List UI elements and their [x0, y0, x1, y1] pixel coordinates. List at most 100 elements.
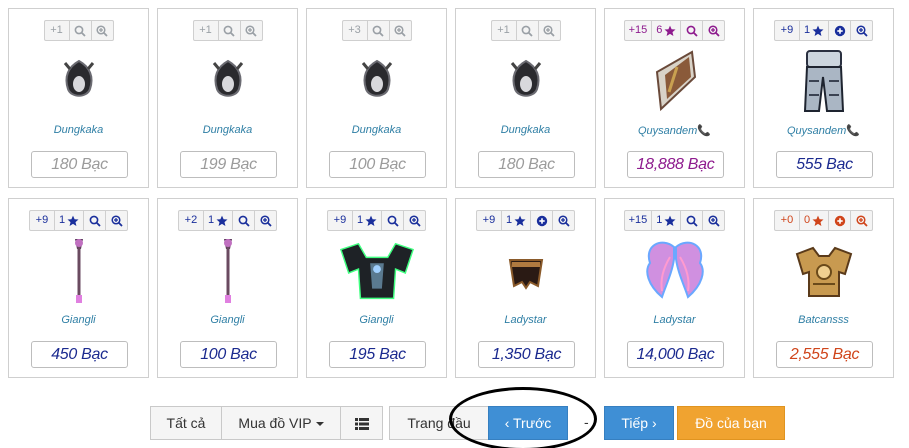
- item-card[interactable]: +9 1 Quysandem📞 555 Bạc: [753, 8, 894, 188]
- vip-dropdown-button[interactable]: Mua đồ VIP: [221, 406, 341, 440]
- item-card[interactable]: +9 1 Ladystar 1,350 Bạc: [455, 198, 596, 378]
- enhance-level-badge: +15: [623, 210, 653, 231]
- ring-icon[interactable]: [486, 47, 566, 117]
- item-card[interactable]: +1 Dungkaka 180 Bạc: [8, 8, 149, 188]
- search-badge[interactable]: [680, 210, 704, 231]
- pagination-bar: Tất cả Mua đồ VIP Trang đầu ‹ Trước - Ti…: [0, 406, 909, 440]
- enhance-level-badge: +3: [341, 20, 368, 41]
- zoom-in-badge[interactable]: [239, 20, 263, 41]
- zoom-in-badge[interactable]: [90, 20, 114, 41]
- zoom-in-badge[interactable]: [388, 20, 412, 41]
- first-page-button[interactable]: Trang đầu: [389, 406, 489, 440]
- item-card[interactable]: +2 1 Giangli 100 Bạc: [157, 198, 298, 378]
- search-badge[interactable]: [83, 210, 107, 231]
- search-badge[interactable]: [217, 20, 241, 41]
- gold-armor-icon[interactable]: [784, 237, 864, 307]
- zoom-in-badge[interactable]: [254, 210, 278, 231]
- plus-circle-badge[interactable]: [530, 210, 554, 231]
- seller-name[interactable]: Giangli: [158, 314, 297, 326]
- seller-name[interactable]: Quysandem📞: [754, 124, 893, 137]
- search-badge[interactable]: [68, 20, 92, 41]
- zoom-in-icon: [708, 24, 720, 37]
- price-button[interactable]: 1,350 Bạc: [478, 341, 575, 368]
- zoom-in-badge[interactable]: [702, 210, 726, 231]
- search-badge[interactable]: [232, 210, 256, 231]
- item-badges: +2 1: [158, 210, 297, 231]
- zoom-in-badge[interactable]: [537, 20, 561, 41]
- my-items-button[interactable]: Đồ của bạn: [677, 406, 785, 440]
- item-card[interactable]: +1 Dungkaka 180 Bạc: [455, 8, 596, 188]
- search-icon: [387, 215, 399, 227]
- price-button[interactable]: 100 Bạc: [180, 341, 277, 368]
- price-button[interactable]: 199 Bạc: [180, 151, 277, 178]
- item-card[interactable]: +9 1 Giangli 195 Bạc: [306, 198, 447, 378]
- search-badge[interactable]: [680, 20, 704, 41]
- price-button[interactable]: 450 Bạc: [31, 341, 128, 368]
- price-button[interactable]: 18,888 Bạc: [627, 151, 724, 178]
- search-badge[interactable]: [366, 20, 390, 41]
- search-badge[interactable]: [515, 20, 539, 41]
- armor-pants-icon[interactable]: [784, 47, 864, 117]
- zoom-in-badge[interactable]: [702, 20, 726, 41]
- wings-icon[interactable]: [635, 237, 715, 307]
- all-items-button[interactable]: Tất cả: [150, 406, 222, 440]
- item-card[interactable]: +9 1 Giangli 450 Bạc: [8, 198, 149, 378]
- item-card[interactable]: +3 Dungkaka 100 Bạc: [306, 8, 447, 188]
- ring-icon[interactable]: [337, 47, 417, 117]
- dark-armor-icon[interactable]: [337, 237, 417, 307]
- seller-name[interactable]: Dungkaka: [307, 124, 446, 136]
- seller-name[interactable]: Giangli: [9, 314, 148, 326]
- item-card[interactable]: +0 0 Batcansss 2,555 Bạc: [753, 198, 894, 378]
- zoom-in-badge[interactable]: [403, 210, 427, 231]
- gloves-icon[interactable]: [486, 237, 566, 307]
- star-icon: [514, 215, 526, 227]
- zoom-in-badge[interactable]: [105, 210, 129, 231]
- search-icon: [74, 25, 86, 37]
- star-count: 1: [207, 214, 215, 226]
- item-badges: +0 0: [754, 210, 893, 231]
- item-badges: +15 1: [605, 210, 744, 231]
- price-button[interactable]: 2,555 Bạc: [776, 341, 873, 368]
- next-page-button[interactable]: Tiếp ›: [604, 406, 674, 440]
- star-badge: 6: [651, 20, 682, 41]
- seller-label: Quysandem: [786, 125, 847, 137]
- seller-name[interactable]: Giangli: [307, 314, 446, 326]
- seller-name[interactable]: Ladystar: [605, 314, 744, 326]
- staff-icon[interactable]: [39, 237, 119, 307]
- ring-icon[interactable]: [39, 47, 119, 117]
- price-button[interactable]: 100 Bạc: [329, 151, 426, 178]
- zoom-in-badge[interactable]: [850, 210, 874, 231]
- staff-icon[interactable]: [188, 237, 268, 307]
- plus-circle-badge[interactable]: [828, 210, 852, 231]
- price-button[interactable]: 555 Bạc: [776, 151, 873, 178]
- seller-name[interactable]: Dungkaka: [456, 124, 595, 136]
- seller-name[interactable]: Dungkaka: [158, 124, 297, 136]
- price-button[interactable]: 180 Bạc: [31, 151, 128, 178]
- item-card[interactable]: +1 Dungkaka 199 Bạc: [157, 8, 298, 188]
- star-count: 1: [656, 214, 663, 226]
- enhance-level-badge: +1: [490, 20, 517, 41]
- price-button[interactable]: 14,000 Bạc: [627, 341, 724, 368]
- seller-name[interactable]: Ladystar: [456, 314, 595, 326]
- plus-circle-badge[interactable]: [828, 20, 852, 41]
- seller-label: Dungkaka: [202, 124, 253, 136]
- ring-icon[interactable]: [188, 47, 268, 117]
- item-card[interactable]: +15 6 Quysandem📞 18,888 Bạc: [604, 8, 745, 188]
- price-button[interactable]: 180 Bạc: [478, 151, 575, 178]
- search-badge[interactable]: [381, 210, 405, 231]
- seller-label: Quysandem: [637, 125, 698, 137]
- seller-name[interactable]: Dungkaka: [9, 124, 148, 136]
- prev-page-button[interactable]: ‹ Trước: [488, 406, 568, 440]
- star-badge: 0: [798, 210, 830, 231]
- zoom-in-icon: [856, 24, 868, 37]
- list-view-button[interactable]: [340, 406, 383, 440]
- star-icon: [664, 25, 676, 37]
- zoom-in-badge[interactable]: [850, 20, 874, 41]
- seller-name[interactable]: Batcansss: [754, 314, 893, 326]
- seller-name[interactable]: Quysandem📞: [605, 124, 744, 137]
- item-card[interactable]: +15 1 Ladystar 14,000 Bạc: [604, 198, 745, 378]
- star-badge: 1: [202, 210, 234, 231]
- price-button[interactable]: 195 Bạc: [329, 341, 426, 368]
- zoom-in-badge[interactable]: [552, 210, 576, 231]
- shield-icon[interactable]: [635, 47, 715, 117]
